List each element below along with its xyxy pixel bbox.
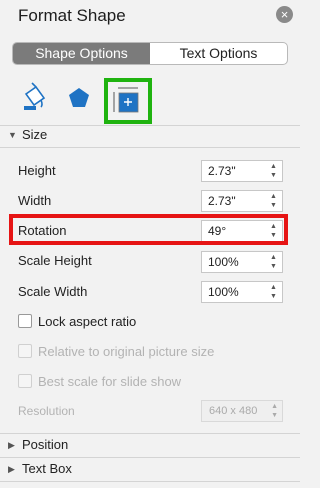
position-section-label: Position (22, 437, 69, 452)
triangle-right-icon: ▶ (8, 440, 15, 450)
rotation-highlight (9, 214, 288, 245)
resolution-select: 640 x 480 ▲ ▼ (201, 400, 283, 422)
height-label: Height (18, 163, 56, 178)
resolution-label: Resolution (18, 404, 75, 418)
divider (0, 147, 300, 148)
checkbox-box (18, 374, 32, 388)
triangle-down-icon: ▼ (8, 130, 17, 140)
scale-width-label: Scale Width (18, 284, 88, 299)
relative-original-label: Relative to original picture size (38, 344, 215, 359)
stepper-arrows-icon[interactable]: ▲ ▼ (269, 192, 278, 210)
scale-height-label: Scale Height (18, 253, 92, 268)
tab-text-options[interactable]: Text Options (150, 43, 287, 64)
width-value[interactable]: 2.73" (208, 191, 236, 211)
scale-height-value[interactable]: 100% (208, 252, 239, 272)
lock-aspect-label: Lock aspect ratio (38, 314, 137, 329)
stepper-arrows-icon[interactable]: ▲ ▼ (269, 253, 278, 271)
effects-icon (69, 88, 89, 107)
size-properties-icon (113, 87, 139, 113)
height-stepper[interactable]: 2.73" ▲ ▼ (201, 160, 283, 182)
best-scale-checkbox: Best scale for slide show (18, 374, 181, 389)
scale-height-stepper[interactable]: 100% ▲ ▼ (201, 251, 283, 273)
best-scale-label: Best scale for slide show (38, 374, 182, 389)
lock-aspect-checkbox[interactable]: Lock aspect ratio (18, 314, 136, 329)
triangle-right-icon: ▶ (8, 464, 15, 474)
scale-width-value[interactable]: 100% (208, 282, 239, 302)
checkbox-box (18, 344, 32, 358)
width-label: Width (18, 193, 52, 208)
effects-tab[interactable] (60, 80, 100, 120)
textbox-section-header[interactable]: ▶ Text Box (0, 458, 300, 480)
divider (0, 481, 300, 482)
width-stepper[interactable]: 2.73" ▲ ▼ (201, 190, 283, 212)
tab-shape-options[interactable]: Shape Options (13, 43, 150, 64)
relative-original-checkbox: Relative to original picture size (18, 344, 214, 359)
fill-line-tab[interactable] (18, 80, 58, 120)
checkbox-box[interactable] (18, 314, 32, 328)
size-properties-tab[interactable] (104, 78, 152, 124)
panel-title: Format Shape (18, 6, 126, 25)
height-value[interactable]: 2.73" (208, 161, 236, 181)
position-section-header[interactable]: ▶ Position (0, 434, 300, 456)
size-section-label: Size (22, 127, 48, 142)
fill-line-icon (24, 82, 46, 110)
textbox-section-label: Text Box (22, 461, 72, 476)
close-button[interactable]: × (276, 6, 293, 23)
options-segmented-control: Shape Options Text Options (12, 42, 288, 65)
stepper-arrows-icon[interactable]: ▲ ▼ (269, 283, 278, 301)
resolution-value: 640 x 480 (209, 405, 258, 417)
size-section-header[interactable]: ▼ Size (0, 124, 300, 146)
close-icon: × (280, 7, 289, 22)
select-arrows-icon: ▲ ▼ (271, 403, 278, 419)
stepper-arrows-icon[interactable]: ▲ ▼ (269, 162, 278, 180)
scale-width-stepper[interactable]: 100% ▲ ▼ (201, 281, 283, 303)
